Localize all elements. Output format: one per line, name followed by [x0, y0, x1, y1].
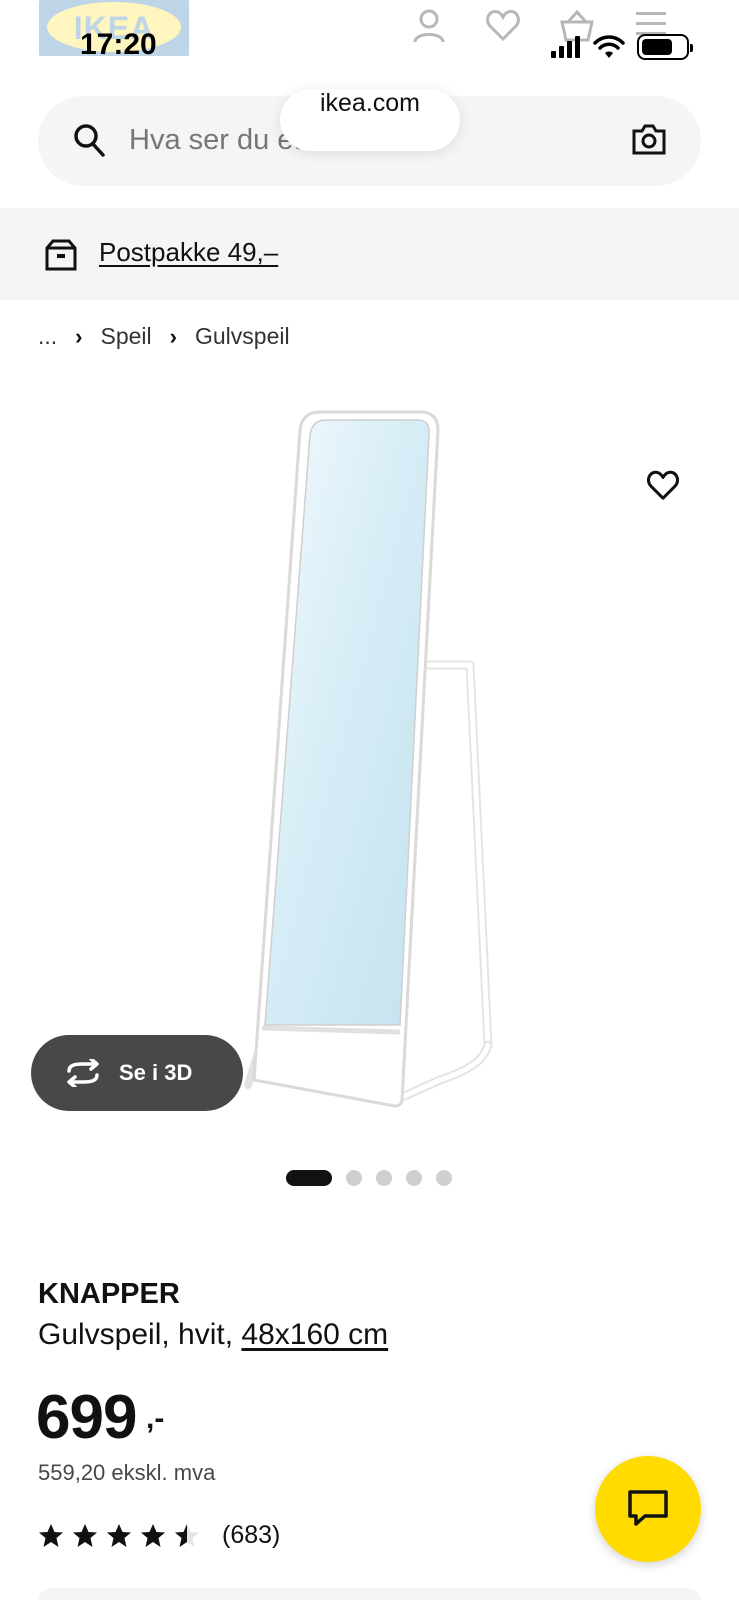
price-excl-vat: 559,20 ekskl. mva — [38, 1460, 216, 1485]
box-icon — [45, 239, 77, 271]
image-carousel-dots — [286, 1170, 452, 1186]
chat-button[interactable] — [595, 1456, 701, 1562]
star-icon — [107, 1524, 131, 1547]
status-icons — [551, 34, 693, 60]
product-name: KNAPPER — [38, 1278, 180, 1310]
carousel-dot[interactable] — [346, 1170, 362, 1186]
view-in-3d-label: Se i 3D — [119, 1060, 193, 1085]
chat-icon — [628, 1490, 668, 1526]
status-time: 17:20 — [80, 28, 157, 61]
signal-icon — [551, 36, 580, 58]
search-icon — [74, 124, 105, 157]
product-rating[interactable]: (683) — [38, 1521, 280, 1550]
view-in-3d-button[interactable]: Se i 3D — [31, 1035, 243, 1111]
carousel-dot[interactable] — [406, 1170, 422, 1186]
camera-icon[interactable] — [631, 122, 667, 156]
star-icon — [39, 1524, 63, 1547]
star-icon — [141, 1524, 165, 1547]
chevron-right-icon: › — [169, 323, 177, 349]
heart-icon — [646, 470, 680, 500]
product-type: Gulvspeil, hvit, — [38, 1318, 234, 1351]
star-half-icon — [175, 1524, 199, 1547]
breadcrumb: ... › Speil › Gulvspeil — [38, 323, 290, 350]
product-price: 699 — [36, 1383, 137, 1452]
product-size-link[interactable]: 48x160 cm — [241, 1318, 388, 1351]
next-section-edge — [38, 1588, 701, 1600]
carousel-dot[interactable] — [436, 1170, 452, 1186]
carousel-dot[interactable] — [376, 1170, 392, 1186]
user-icon[interactable] — [412, 8, 446, 44]
price-suffix: ,- — [146, 1402, 165, 1435]
heart-icon[interactable] — [485, 8, 521, 42]
wifi-icon — [593, 35, 625, 58]
add-to-favourites-button[interactable] — [627, 449, 699, 521]
url-pill[interactable]: ikea.com — [280, 89, 460, 151]
breadcrumb-item-gulvspeil[interactable]: Gulvspeil — [195, 323, 290, 350]
site-header: IKEA 17:20 Hva ser du etter? ikea.com — [0, 0, 739, 208]
postpakke-banner[interactable]: Postpakke 49,– — [0, 208, 739, 300]
product-description: Gulvspeil, hvit, 48x160 cm — [38, 1318, 388, 1352]
postpakke-link[interactable]: Postpakke 49,– — [99, 237, 278, 268]
carousel-dot[interactable] — [286, 1170, 332, 1186]
star-icon — [73, 1524, 97, 1547]
review-count[interactable]: (683) — [222, 1521, 280, 1550]
breadcrumb-item-speil[interactable]: Speil — [101, 323, 152, 350]
breadcrumb-ellipsis[interactable]: ... — [38, 323, 57, 350]
rotate-3d-icon — [67, 1059, 99, 1087]
battery-icon — [637, 34, 693, 60]
chevron-right-icon: › — [75, 323, 83, 349]
